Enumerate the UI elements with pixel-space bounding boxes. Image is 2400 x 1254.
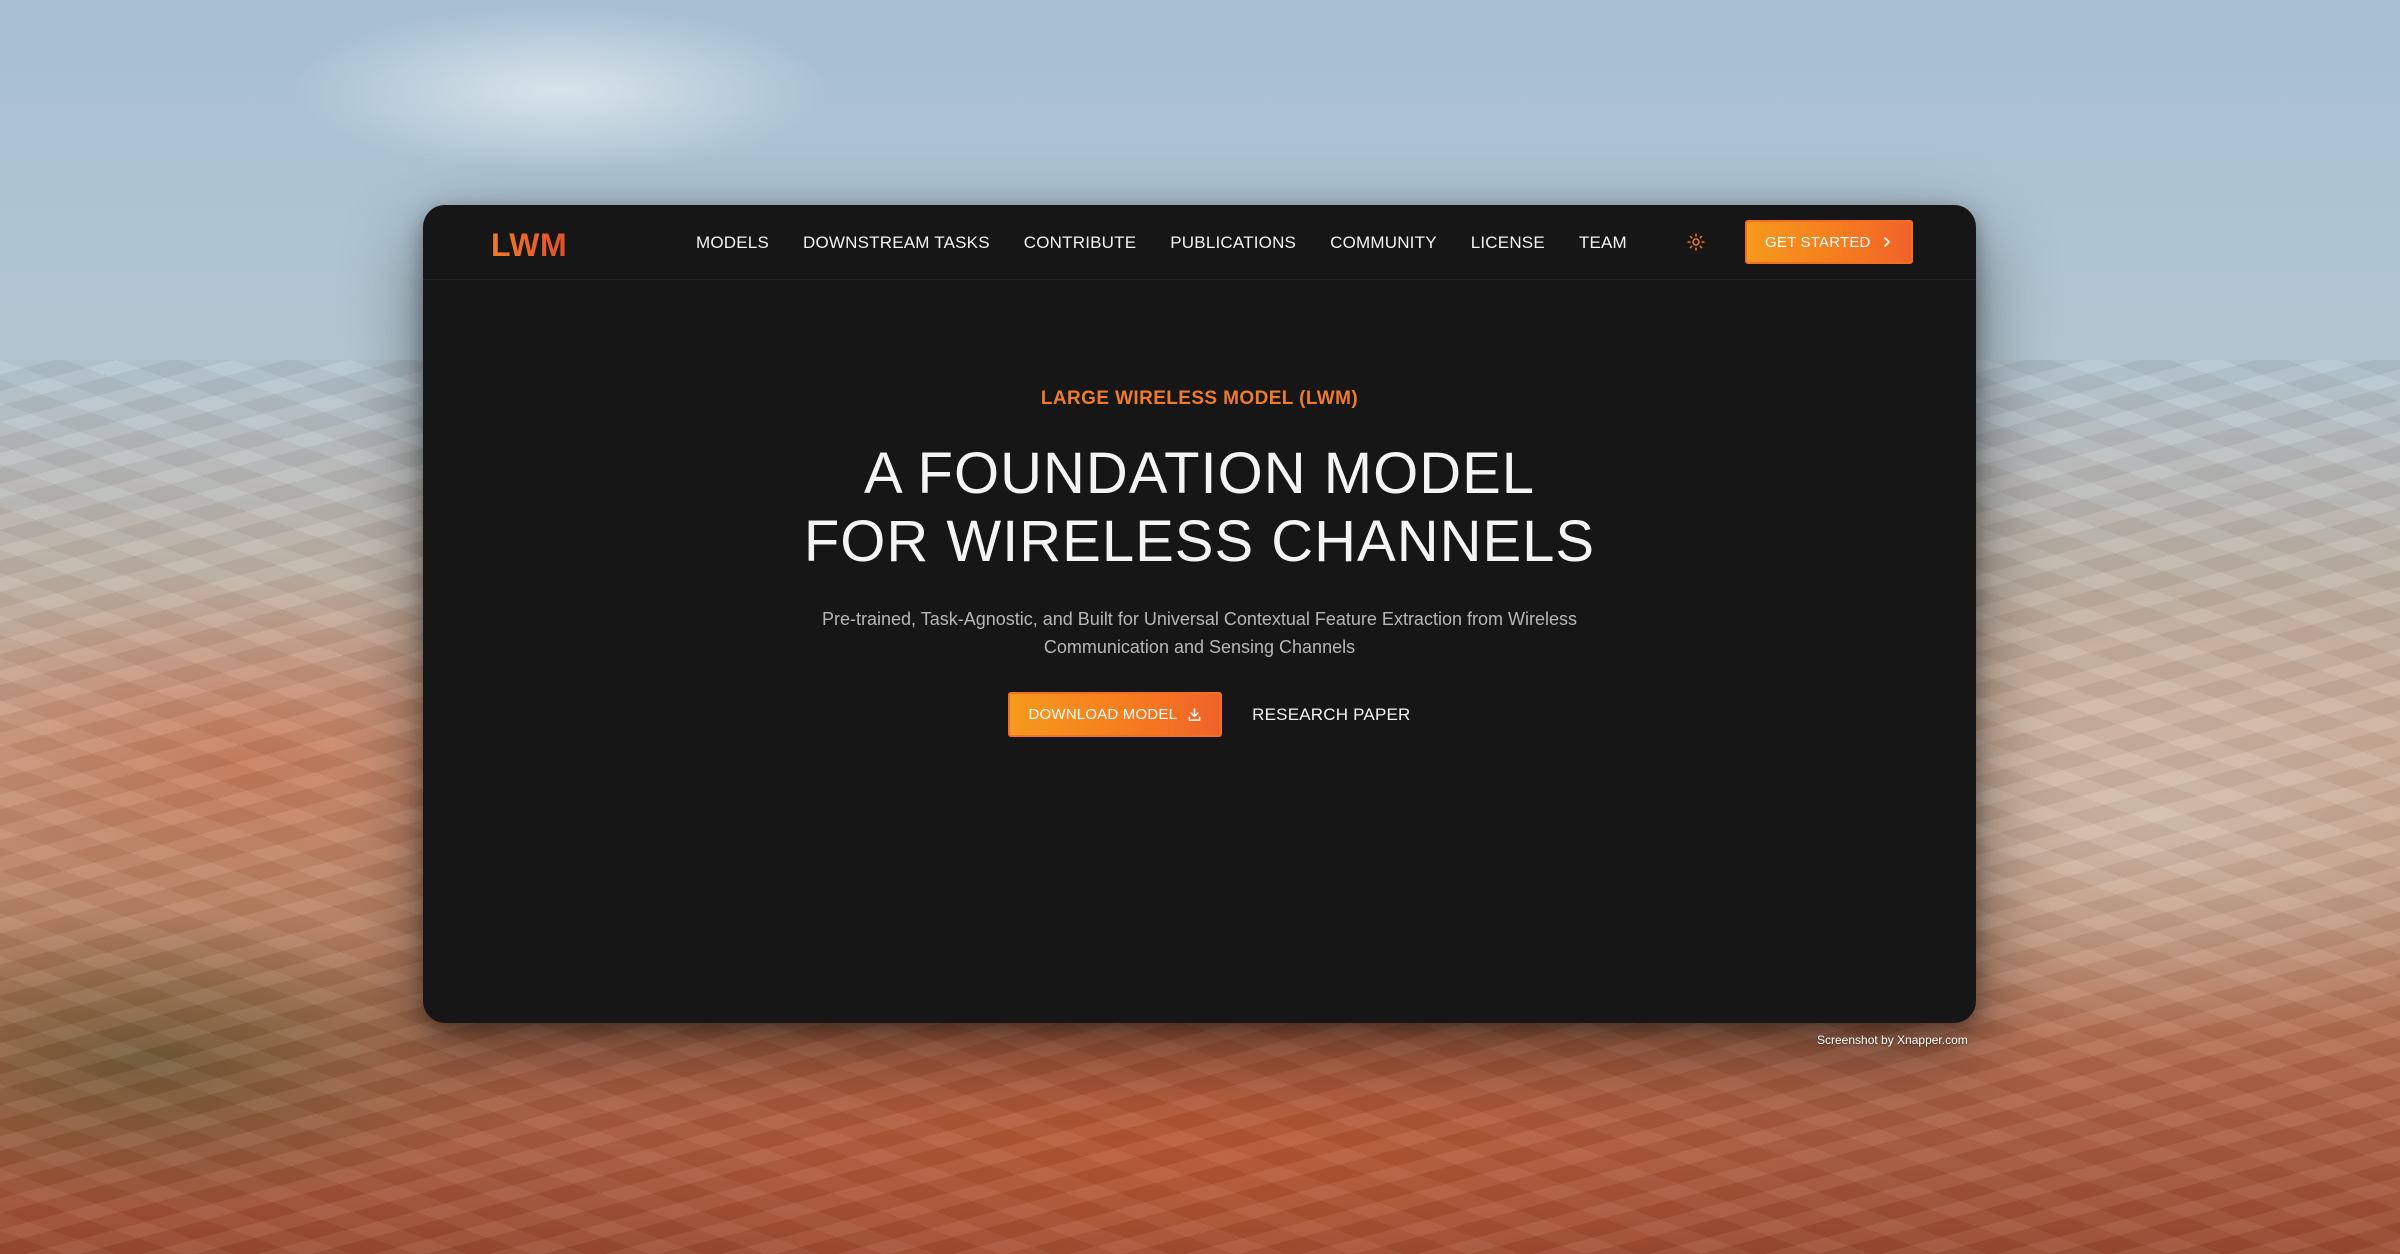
hero-headline: A FOUNDATION MODEL FOR WIRELESS CHANNELS (423, 440, 1976, 576)
sun-icon (1687, 233, 1705, 251)
download-model-button[interactable]: DOWNLOAD MODEL (1008, 692, 1223, 737)
download-model-label: DOWNLOAD MODEL (1028, 706, 1178, 723)
hero-eyebrow: LARGE WIRELESS MODEL (LWM) (1040, 388, 1359, 409)
get-started-button[interactable]: GET STARTED (1745, 220, 1913, 264)
top-navigation-bar: LWM MODELS DOWNSTREAM TASKS CONTRIBUTE P… (423, 205, 1976, 280)
nav-link-team[interactable]: TEAM (1579, 232, 1627, 254)
download-icon (1188, 708, 1201, 721)
nav-link-community[interactable]: COMMUNITY (1330, 232, 1437, 254)
main-nav: MODELS DOWNSTREAM TASKS CONTRIBUTE PUBLI… (696, 232, 1661, 254)
chevron-right-icon (1883, 237, 1890, 247)
nav-link-license[interactable]: LICENSE (1471, 232, 1545, 254)
browser-window: LWM MODELS DOWNSTREAM TASKS CONTRIBUTE P… (423, 205, 1976, 1023)
headline-line-1: A FOUNDATION MODEL (863, 441, 1536, 506)
headline-line-2: FOR WIRELESS CHANNELS (803, 509, 1596, 574)
nav-link-contribute[interactable]: CONTRIBUTE (1024, 232, 1137, 254)
research-paper-link[interactable]: RESEARCH PAPER (1252, 705, 1410, 725)
get-started-label: GET STARTED (1765, 233, 1871, 251)
hero-actions: DOWNLOAD MODEL RESEARCH PAPER (423, 692, 1976, 737)
nav-link-models[interactable]: MODELS (696, 232, 769, 254)
nav-link-publications[interactable]: PUBLICATIONS (1170, 232, 1296, 254)
screenshot-credit: Screenshot by Xnapper.com (1817, 1033, 1968, 1047)
hero-subtitle: Pre-trained, Task-Agnostic, and Built fo… (773, 605, 1626, 661)
theme-toggle-button[interactable] (1685, 231, 1707, 253)
nav-link-downstream-tasks[interactable]: DOWNSTREAM TASKS (803, 232, 990, 254)
lwm-logo[interactable]: LWM (491, 227, 567, 264)
subtitle-line-1: Pre-trained, Task-Agnostic, and Built fo… (822, 609, 1577, 629)
subtitle-line-2: Communication and Sensing Channels (1043, 637, 1356, 657)
